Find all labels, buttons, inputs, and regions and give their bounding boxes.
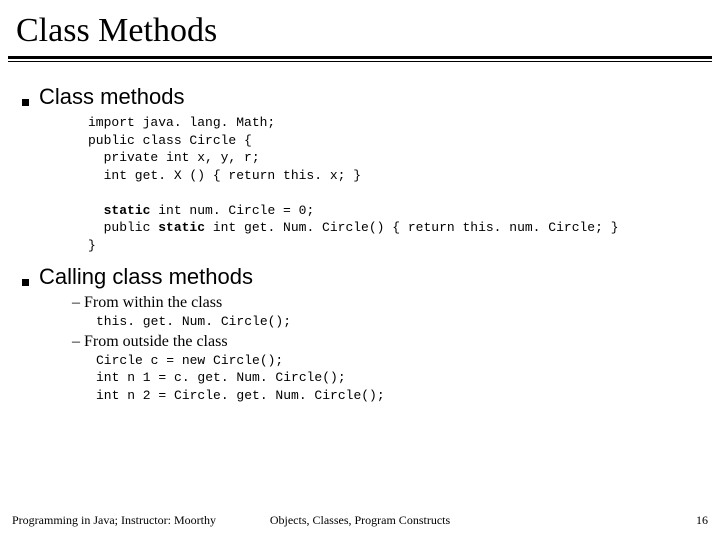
code-block-class-def: import java. lang. Math; public class Ci… (88, 114, 704, 254)
bullet-label: Calling class methods (39, 264, 253, 290)
code-keyword: static (104, 203, 151, 218)
code-line: int n 1 = c. get. Num. Circle(); (96, 370, 346, 385)
code-line: int num. Circle = 0; (150, 203, 314, 218)
footer-center: Objects, Classes, Program Constructs (244, 513, 476, 528)
square-bullet-icon (22, 99, 29, 106)
bullet-item: Class methods (16, 84, 704, 110)
code-line: public (88, 220, 158, 235)
code-line: int get. Num. Circle() { return this. nu… (205, 220, 618, 235)
slide-title: Class Methods (0, 0, 720, 56)
code-line: this. get. Num. Circle(); (96, 314, 291, 329)
sub-bullet: – From outside the class (72, 333, 704, 351)
footer-page-number: 16 (476, 513, 708, 528)
code-block-outside: Circle c = new Circle(); int n 1 = c. ge… (96, 352, 704, 405)
code-line (88, 203, 104, 218)
bullet-item: Calling class methods (16, 264, 704, 290)
code-line: public class Circle { (88, 133, 252, 148)
divider-thick (8, 56, 712, 59)
code-block-within: this. get. Num. Circle(); (96, 313, 704, 331)
sub-bullet: – From within the class (72, 294, 704, 312)
code-line: int n 2 = Circle. get. Num. Circle(); (96, 388, 385, 403)
code-line: Circle c = new Circle(); (96, 353, 283, 368)
code-line: private int x, y, r; (88, 150, 260, 165)
footer-left: Programming in Java; Instructor: Moorthy (12, 513, 244, 528)
bullet-label: Class methods (39, 84, 185, 110)
code-line: int get. X () { return this. x; } (88, 168, 361, 183)
code-keyword: static (158, 220, 205, 235)
square-bullet-icon (22, 279, 29, 286)
code-line: import java. lang. Math; (88, 115, 275, 130)
slide-content: Class methods import java. lang. Math; p… (0, 62, 720, 405)
slide-footer: Programming in Java; Instructor: Moorthy… (0, 513, 720, 528)
code-line: } (88, 238, 96, 253)
